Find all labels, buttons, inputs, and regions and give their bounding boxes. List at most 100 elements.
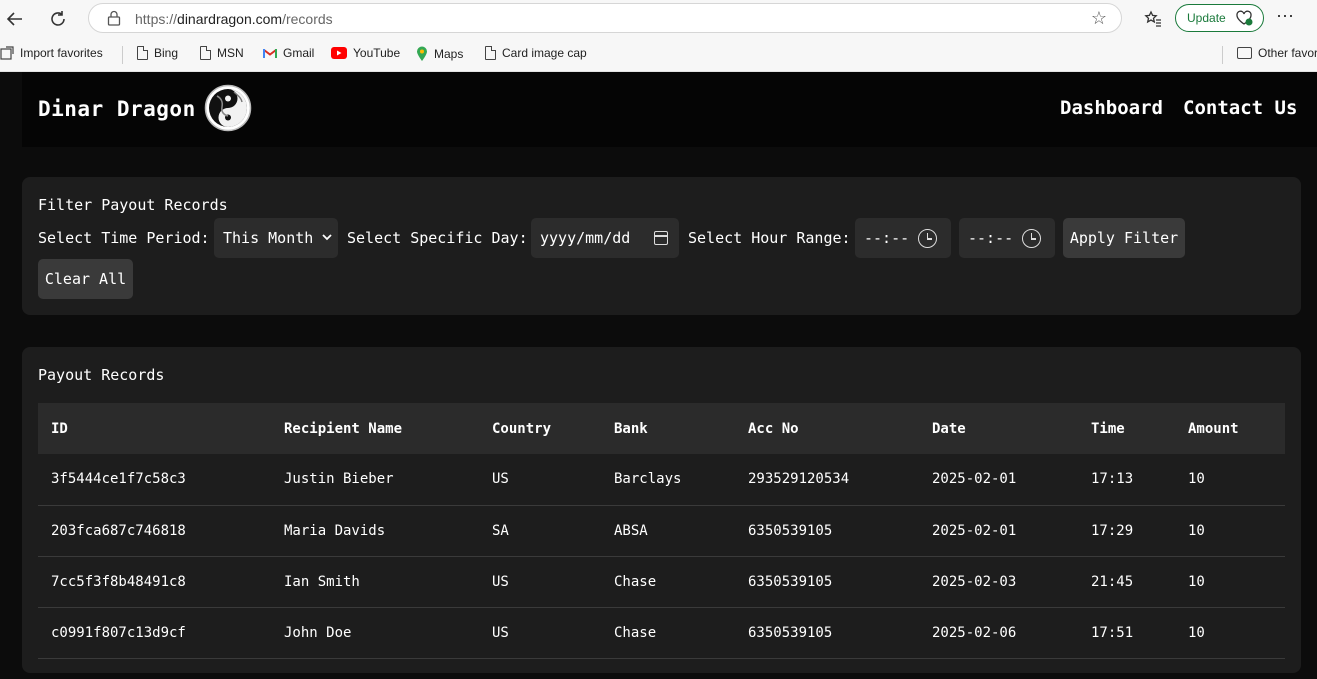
cell-bank: Chase [614, 624, 657, 641]
cell-acc-no: 6350539105 [748, 573, 833, 590]
more-icon[interactable]: ⋯ [1276, 6, 1295, 27]
calendar-icon[interactable] [654, 231, 668, 245]
specific-day-label: Select Specific Day: [347, 229, 528, 247]
cell-date: 2025-02-01 [932, 522, 1017, 539]
column-header-date: Date [932, 420, 966, 437]
cell-time: 21:45 [1091, 573, 1134, 590]
dragon-yin-yang-logo [204, 84, 252, 132]
page-icon [485, 46, 496, 60]
clock-icon[interactable] [1022, 229, 1041, 248]
cell-country: SA [492, 522, 509, 539]
page: Dinar Dragon Dashboard Contact Us Filter… [0, 72, 1317, 679]
column-header-id: ID [51, 420, 68, 437]
table-row: 203fca687c746818 Maria Davids SA ABSA 63… [38, 505, 1285, 556]
hour-start-input[interactable]: --:-- [855, 218, 951, 258]
clear-all-button[interactable]: Clear All [38, 259, 133, 299]
table-row: c0991f807c13d9cf John Doe US Chase 63505… [38, 607, 1285, 658]
cell-country: US [492, 471, 509, 488]
brand-title[interactable]: Dinar Dragon [38, 97, 196, 121]
cell-bank: Barclays [614, 471, 682, 488]
cell-country: US [492, 624, 509, 641]
cell-bank: ABSA [614, 522, 648, 539]
bookmarks-bar: Import favorites Bing MSN Gmail YouTube … [0, 37, 1317, 72]
hour-start-placeholder: --:-- [864, 229, 910, 247]
clock-icon[interactable] [918, 229, 937, 248]
filter-panel: Filter Payout Records Select Time Period… [22, 177, 1301, 315]
cell-bank: Chase [614, 573, 657, 590]
records-table: ID Recipient Name Country Bank Acc No Da… [38, 403, 1285, 659]
page-icon [200, 46, 211, 60]
bookmark-youtube[interactable]: YouTube [331, 46, 400, 60]
update-label: Update [1187, 11, 1226, 25]
cell-date: 2025-02-03 [932, 573, 1017, 590]
folder-icon [1237, 47, 1252, 59]
time-period-value: This Month [223, 229, 314, 247]
cell-id: 203fca687c746818 [51, 522, 186, 539]
address-bar[interactable]: https://dinardragon.com/records ☆ [88, 3, 1122, 33]
browser-toolbar: https://dinardragon.com/records ☆ Update… [0, 0, 1317, 37]
cell-time: 17:13 [1091, 471, 1134, 488]
cell-date: 2025-02-06 [932, 624, 1017, 641]
back-icon[interactable] [2, 6, 28, 32]
table-row: 3f5444ce1f7c58c3 Justin Bieber US Barcla… [38, 454, 1285, 505]
records-title: Payout Records [38, 366, 165, 384]
column-header-acc-no: Acc No [748, 420, 799, 437]
bookmark-separator [1222, 46, 1223, 64]
cell-recipient-name: Ian Smith [284, 573, 360, 590]
cell-amount: 10 [1188, 471, 1205, 488]
favorites-icon[interactable] [1140, 6, 1166, 32]
hour-end-placeholder: --:-- [968, 229, 1014, 247]
cell-date: 2025-02-01 [932, 471, 1017, 488]
cell-time: 17:29 [1091, 522, 1134, 539]
cell-time: 17:51 [1091, 624, 1134, 641]
bookmark-import-favorites[interactable]: Import favorites [0, 46, 103, 60]
cell-country: US [492, 573, 509, 590]
update-button[interactable]: Update [1175, 4, 1264, 32]
bookmark-bing[interactable]: Bing [137, 46, 178, 60]
bookmark-maps[interactable]: Maps [416, 46, 463, 61]
nav-contact-us[interactable]: Contact Us [1183, 97, 1297, 119]
specific-day-placeholder: yyyy/mm/dd [540, 229, 631, 247]
cell-recipient-name: Justin Bieber [284, 471, 394, 488]
cell-acc-no: 293529120534 [748, 471, 850, 488]
cell-amount: 10 [1188, 573, 1205, 590]
bookmark-msn[interactable]: MSN [200, 46, 244, 60]
cell-recipient-name: John Doe [284, 624, 352, 641]
time-period-label: Select Time Period: [38, 229, 210, 247]
column-header-recipient-name: Recipient Name [284, 420, 403, 437]
apply-filter-button[interactable]: Apply Filter [1063, 218, 1185, 258]
hour-range-label: Select Hour Range: [688, 229, 851, 247]
bookmark-gmail[interactable]: Gmail [263, 46, 314, 60]
site-header: Dinar Dragon Dashboard Contact Us [22, 72, 1317, 147]
specific-day-input[interactable]: yyyy/mm/dd [531, 218, 679, 258]
bookmark-separator [122, 46, 123, 64]
filter-title: Filter Payout Records [38, 196, 228, 214]
refresh-icon[interactable] [45, 6, 71, 32]
youtube-icon [331, 47, 347, 59]
column-header-time: Time [1091, 420, 1125, 437]
gmail-icon [263, 48, 277, 58]
url-text: https://dinardragon.com/records [135, 11, 333, 27]
cell-amount: 10 [1188, 522, 1205, 539]
cell-id: 7cc5f3f8b48491c8 [51, 573, 186, 590]
maps-icon [417, 46, 427, 61]
star-icon[interactable]: ☆ [1091, 8, 1107, 29]
nav-dashboard[interactable]: Dashboard [1060, 97, 1163, 119]
lock-icon [107, 10, 121, 26]
column-header-amount: Amount [1188, 420, 1239, 437]
bookmark-card-image-cap[interactable]: Card image cap [485, 46, 587, 60]
column-header-country: Country [492, 420, 552, 437]
page-icon [137, 46, 148, 60]
bookmark-other-favorites[interactable]: Other favor [1237, 46, 1317, 60]
cell-id: 3f5444ce1f7c58c3 [51, 471, 186, 488]
time-period-select[interactable]: This Month [214, 218, 338, 258]
cell-id: c0991f807c13d9cf [51, 624, 186, 641]
cell-acc-no: 6350539105 [748, 522, 833, 539]
table-header-row: ID Recipient Name Country Bank Acc No Da… [38, 403, 1285, 454]
column-header-bank: Bank [614, 420, 648, 437]
heart-update-icon [1236, 10, 1253, 26]
table-row: 7cc5f3f8b48491c8 Ian Smith US Chase 6350… [38, 556, 1285, 607]
chevron-down-icon [322, 230, 332, 244]
hour-end-input[interactable]: --:-- [959, 218, 1055, 258]
records-panel: Payout Records ID Recipient Name Country… [22, 347, 1301, 673]
